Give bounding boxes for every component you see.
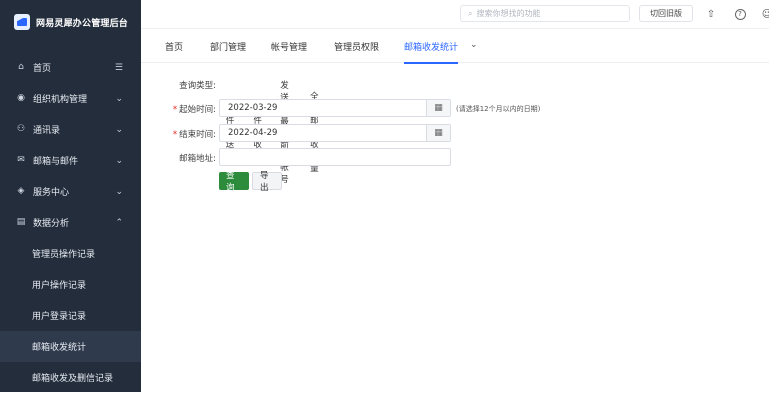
sidebar-subitem-login-log[interactable]: 用户登录记录	[0, 300, 141, 331]
sidebar-item-org[interactable]: ◉ 组织机构管理 ⌄	[0, 83, 141, 114]
chevron-down-icon: ⌄	[115, 124, 123, 135]
sidebar-item-label: 邮箱与邮件	[33, 157, 79, 167]
email-row: 邮箱地址:	[141, 148, 769, 166]
end-date-input[interactable]: 2022-04-29 ▦	[219, 124, 451, 142]
end-date-label: * 结束时间:	[172, 130, 216, 140]
calendar-icon[interactable]: ▦	[426, 100, 450, 116]
sidebar-subitem-user-log[interactable]: 用户操作记录	[0, 269, 141, 300]
tab-mail-stats[interactable]: 邮箱收发统计	[404, 29, 459, 64]
sidebar-item-home[interactable]: ⌂ 首页 ☰	[0, 52, 141, 83]
chevron-up-icon: ⌃	[115, 217, 123, 228]
search-box[interactable]: ⌕ 搜索你想找的功能	[460, 5, 630, 22]
sidebar-subitem-label: 邮箱收发统计	[32, 343, 87, 353]
sidebar: 网易灵犀办公管理后台 ⌂ 首页 ☰ ◉ 组织机构管理 ⌄ ⚇ 通讯录 ⌄ ✉ 邮…	[0, 0, 141, 392]
tab-department[interactable]: 部门管理	[210, 29, 246, 63]
help-icon[interactable]: ?	[732, 6, 748, 22]
search-icon: ⌕	[468, 8, 473, 18]
chevron-down-icon: ⌄	[115, 155, 123, 166]
netease-logo-icon	[14, 14, 30, 30]
sidebar-subitem-label: 管理员操作记录	[32, 250, 96, 260]
sidebar-subitem-mail-delete-log[interactable]: 邮箱收发及删信记录	[0, 362, 141, 393]
query-button[interactable]: 查询	[219, 171, 249, 193]
start-date-row: * 起始时间: 2022-03-29 ▦ (请选择12个月以内的日期)	[141, 99, 769, 117]
chart-icon: ▤	[16, 217, 26, 227]
sidebar-item-analytics[interactable]: ▤ 数据分析 ⌃	[0, 207, 141, 238]
sidebar-item-contacts[interactable]: ⚇ 通讯录 ⌄	[0, 114, 141, 145]
date-range-hint: (请选择12个月以内的日期)	[456, 105, 541, 113]
sidebar-item-label: 数据分析	[33, 219, 70, 229]
sidebar-item-mail[interactable]: ✉ 邮箱与邮件 ⌄	[0, 145, 141, 176]
sidebar-item-label: 通讯录	[33, 126, 61, 136]
org-icon: ◉	[17, 93, 25, 103]
email-field[interactable]	[219, 148, 451, 166]
home-icon: ⌂	[18, 62, 24, 72]
calendar-icon[interactable]: ▦	[426, 125, 450, 141]
tab-admin-permissions[interactable]: 管理员权限	[334, 29, 379, 63]
sidebar-subitem-label: 用户登录记录	[32, 312, 87, 322]
sidebar-nav: ⌂ 首页 ☰ ◉ 组织机构管理 ⌄ ⚇ 通讯录 ⌄ ✉ 邮箱与邮件 ⌄ ◈ 服务…	[0, 52, 141, 393]
sidebar-item-label: 组织机构管理	[33, 95, 88, 105]
menu-toggle-icon[interactable]: ☰	[115, 63, 123, 73]
switch-old-version-button[interactable]: 切回旧版	[639, 5, 693, 22]
tab-home[interactable]: 首页	[165, 29, 183, 63]
app-title: 网易灵犀办公管理后台	[36, 18, 129, 29]
sidebar-item-label: 首页	[33, 64, 52, 74]
upload-icon[interactable]: ⇧	[703, 6, 719, 22]
mail-icon: ✉	[17, 155, 25, 165]
export-button[interactable]: 导出	[252, 171, 282, 193]
contacts-icon: ⚇	[16, 124, 26, 134]
sidebar-item-service[interactable]: ◈ 服务中心 ⌄	[0, 176, 141, 207]
start-date-input[interactable]: 2022-03-29 ▦	[219, 99, 451, 117]
user-icon[interactable]: ☺	[759, 6, 769, 22]
brand[interactable]: 网易灵犀办公管理后台	[0, 0, 141, 44]
start-date-label: * 起始时间:	[172, 105, 216, 115]
sidebar-subitem-label: 用户操作记录	[32, 281, 87, 291]
query-type-label: 查询类型:	[179, 81, 216, 91]
chevron-down-icon[interactable]: ⌄	[470, 40, 478, 50]
top-bar: ⌕ 搜索你想找的功能 切回旧版 ⇧ ? ☺	[141, 0, 769, 29]
action-row: 查询 导出	[141, 171, 769, 193]
sidebar-subitem-admin-log[interactable]: 管理员操作记录	[0, 238, 141, 269]
sidebar-subitem-mail-stats[interactable]: 邮箱收发统计	[0, 331, 141, 362]
search-input[interactable]: 搜索你想找的功能	[476, 8, 540, 19]
email-label: 邮箱地址:	[179, 154, 216, 164]
end-date-row: * 结束时间: 2022-04-29 ▦	[141, 124, 769, 142]
tab-accounts[interactable]: 帐号管理	[271, 29, 307, 63]
tab-bar: 首页 部门管理 帐号管理 管理员权限 邮箱收发统计 ⌄	[141, 29, 769, 64]
chevron-down-icon: ⌄	[115, 186, 123, 197]
sidebar-subitem-label: 邮箱收发及删信记录	[32, 374, 114, 384]
chevron-down-icon: ⌄	[115, 93, 123, 104]
sidebar-item-label: 服务中心	[33, 188, 70, 198]
service-icon: ◈	[17, 186, 25, 196]
